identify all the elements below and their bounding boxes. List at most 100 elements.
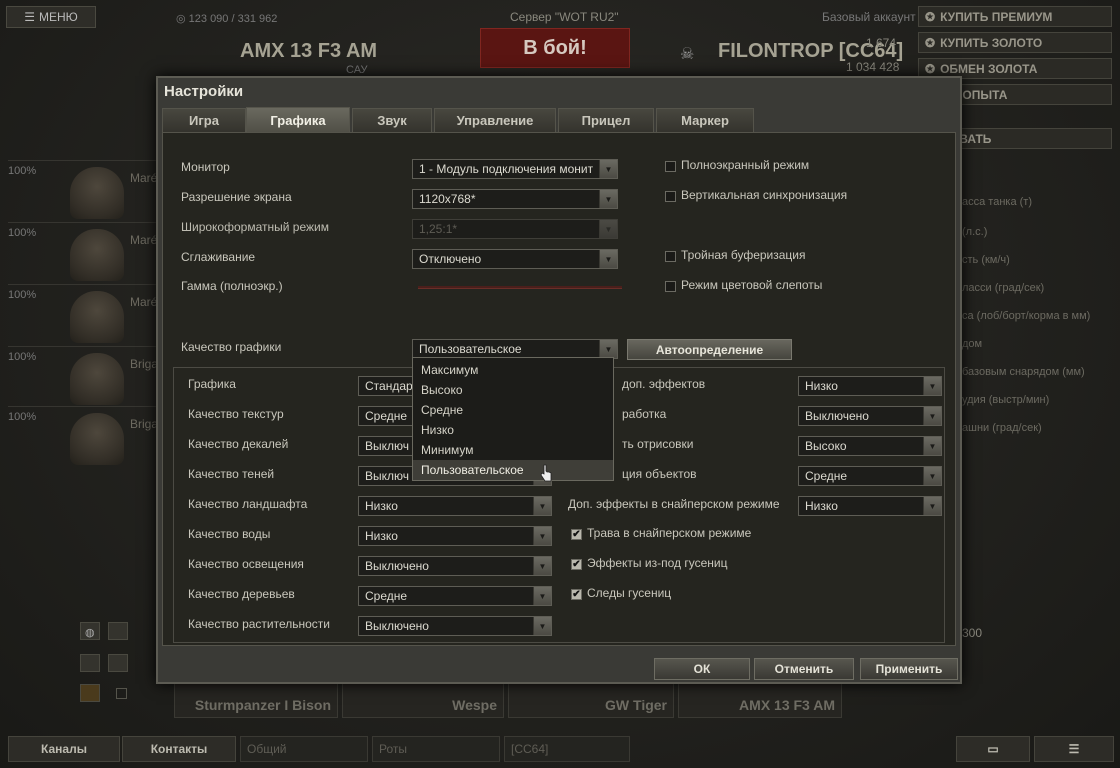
quality-value: Пользовательское	[419, 342, 522, 356]
chat-bubble-button[interactable]: ▭	[956, 736, 1030, 762]
setting-select[interactable]: Средне ▼	[798, 466, 942, 486]
setting-label: Качество воды	[188, 527, 271, 541]
vsync-checkbox[interactable]	[665, 191, 676, 202]
chat-tab-clan[interactable]: [CC64]	[504, 736, 630, 762]
dropdown-option-medium[interactable]: Средне	[413, 400, 613, 420]
type-filter-arrow[interactable]	[108, 654, 128, 672]
spec-label: (л.с.)	[962, 226, 988, 238]
gold-amount: 1 674	[866, 36, 897, 50]
setting-select[interactable]: Выключено ▼	[798, 406, 942, 426]
sniper-grass-checkbox[interactable]: ✔	[571, 529, 582, 540]
spec-label: удия (выстр/мин)	[962, 394, 1050, 406]
spec-label: са (лоб/борт/корма в мм)	[962, 310, 1091, 322]
tab-graphics[interactable]: Графика	[246, 107, 350, 133]
ok-button[interactable]: ОК	[654, 658, 750, 680]
colorblind-label: Режим цветовой слепоты	[681, 278, 823, 292]
widescreen-label: Широкоформатный режим	[181, 220, 329, 234]
sniper-grass-label: Трава в снайперском режиме	[587, 526, 752, 540]
slot-price: 300	[962, 626, 983, 640]
resolution-select[interactable]: 1120x768* ▼	[412, 189, 618, 209]
setting-select[interactable]: Низко ▼	[358, 496, 552, 516]
fullscreen-checkbox[interactable]	[665, 161, 676, 172]
setting-select[interactable]: Низко ▼	[798, 496, 942, 516]
setting-select[interactable]: Низко ▼	[798, 376, 942, 396]
monitor-select[interactable]: 1 - Модуль подключения монит ▼	[412, 159, 618, 179]
setting-select[interactable]: Выключено ▼	[358, 556, 552, 576]
globe-icon: ◍	[85, 627, 95, 639]
apply-button[interactable]: Применить	[860, 658, 958, 680]
tab-sound[interactable]: Звук	[352, 108, 432, 132]
cancel-button[interactable]: Отменить	[754, 658, 854, 680]
fullscreen-label: Полноэкранный режим	[681, 158, 810, 172]
chevron-down-icon: ▼	[533, 557, 551, 575]
list-icon: ☰	[1068, 742, 1080, 756]
crew-member[interactable]: 100% Briga	[8, 346, 158, 406]
chevron-down-icon: ▼	[599, 160, 617, 178]
type-filter-button[interactable]	[80, 654, 100, 672]
hangar-tank-slot[interactable]: Wespe	[342, 680, 504, 718]
triple-buffer-checkbox[interactable]	[665, 251, 676, 262]
globe-filter-button[interactable]: ◍	[80, 622, 100, 640]
chevron-down-icon: ▼	[599, 190, 617, 208]
account-label: Базовый аккаунт	[822, 10, 916, 24]
setting-select[interactable]: Низко ▼	[358, 526, 552, 546]
setting-select[interactable]: Средне ▼	[358, 586, 552, 606]
buy-premium-button[interactable]: ✪ КУПИТЬ ПРЕМИУМ	[918, 6, 1112, 27]
chevron-down-icon: ▼	[599, 250, 617, 268]
contacts-button[interactable]: Контакты	[122, 736, 236, 762]
notifications-button[interactable]: ☰	[1034, 736, 1114, 762]
dropdown-option-minimum[interactable]: Минимум	[413, 440, 613, 460]
gamma-slider[interactable]	[418, 286, 622, 289]
hand-cursor-icon	[540, 464, 552, 482]
spec-label: базовым снарядом (мм)	[962, 366, 1085, 378]
auto-detect-button[interactable]: Автоопределение	[627, 339, 792, 360]
crew-member[interactable]: 100% Maréc	[8, 160, 163, 220]
setting-value: Средне	[805, 469, 848, 483]
setting-value: Низко	[805, 379, 838, 393]
setting-value: Низко	[805, 499, 838, 513]
buy-gold-button[interactable]: ✪ КУПИТЬ ЗОЛОТО	[918, 32, 1112, 53]
chat-bubble-icon: ▭	[987, 742, 999, 756]
coins-icon: ◎	[176, 13, 189, 25]
dropdown-option-low[interactable]: Низко	[413, 420, 613, 440]
setting-value: Высоко	[805, 439, 847, 453]
setting-value: Выключ	[365, 439, 410, 453]
ammo-filter-button[interactable]	[80, 684, 100, 702]
channels-button[interactable]: Каналы	[8, 736, 120, 762]
antialias-select[interactable]: Отключено ▼	[412, 249, 618, 269]
hangar-tank-slot[interactable]: AMX 13 F3 AM	[678, 680, 842, 718]
filter-dropdown-arrow[interactable]	[108, 622, 128, 640]
track-effects-checkbox[interactable]: ✔	[571, 559, 582, 570]
chat-tab-companies[interactable]: Роты	[372, 736, 500, 762]
crew-member[interactable]: 100% Maréc	[8, 284, 163, 344]
dropdown-option-high[interactable]: Высоко	[413, 380, 613, 400]
colorblind-checkbox[interactable]	[665, 281, 676, 292]
hangar-tank-slot[interactable]: GW Tiger	[508, 680, 674, 718]
filter-checkbox[interactable]	[116, 688, 127, 699]
setting-label: доп. эффектов	[622, 377, 706, 391]
exchange-gold-label: ОБМЕН ЗОЛОТА	[940, 61, 1038, 76]
premium-icon: ✪	[925, 9, 936, 24]
menu-button[interactable]: ☰ МЕНЮ	[6, 6, 96, 28]
chevron-down-icon: ▼	[923, 407, 941, 425]
crew-portrait	[70, 413, 124, 465]
quality-select[interactable]: Пользовательское ▼	[412, 339, 618, 359]
dropdown-option-max[interactable]: Максимум	[413, 360, 613, 380]
setting-select[interactable]: Выключено ▼	[358, 616, 552, 636]
crew-name: Briga	[130, 357, 159, 371]
crew-member[interactable]: 100% Briga	[8, 406, 158, 466]
track-marks-checkbox[interactable]: ✔	[571, 589, 582, 600]
tab-sight[interactable]: Прицел	[558, 108, 654, 132]
setting-label: Качество деревьев	[188, 587, 295, 601]
crew-member[interactable]: 100% Maréc	[8, 222, 163, 282]
spec-label: ашни (град/сек)	[962, 422, 1042, 434]
credits-stat: ◎ 123 090 / 331 962	[176, 12, 277, 25]
hangar-tank-slot[interactable]: Sturmpanzer I Bison	[174, 680, 338, 718]
tab-controls[interactable]: Управление	[434, 108, 556, 132]
dropdown-option-custom[interactable]: Пользовательское	[413, 460, 613, 480]
setting-select[interactable]: Высоко ▼	[798, 436, 942, 456]
battle-button[interactable]: В бой!	[480, 28, 630, 68]
tab-game[interactable]: Игра	[162, 108, 246, 132]
chat-tab-general[interactable]: Общий	[240, 736, 368, 762]
tab-marker[interactable]: Маркер	[656, 108, 754, 132]
